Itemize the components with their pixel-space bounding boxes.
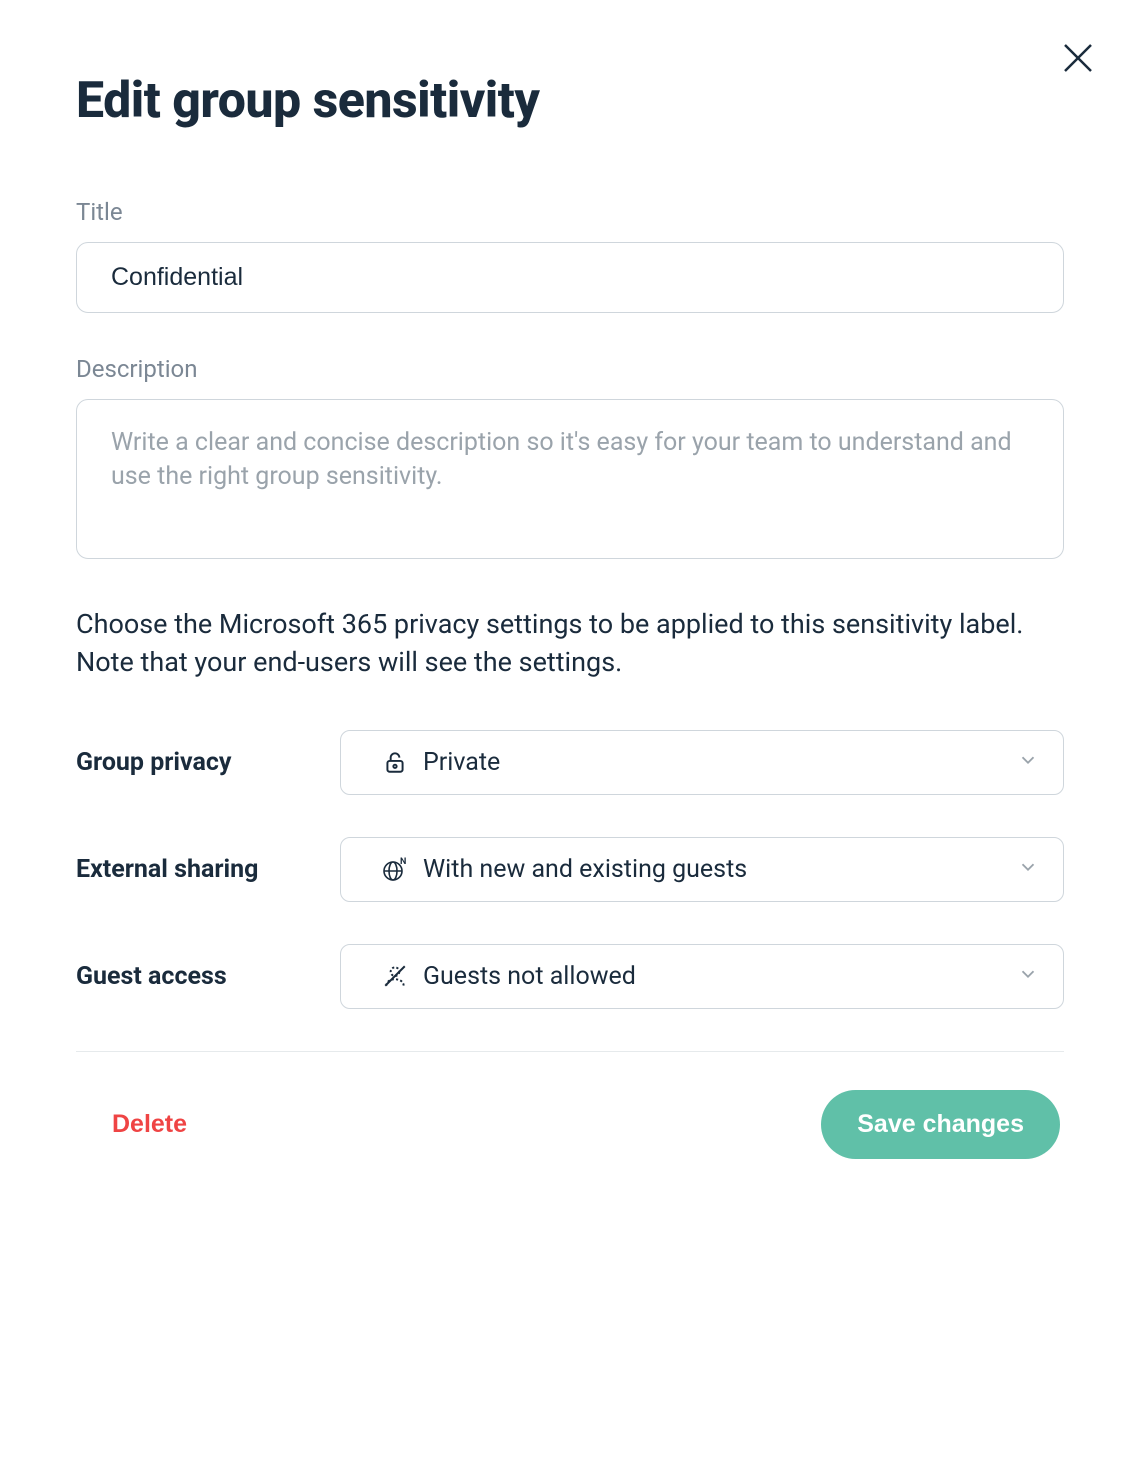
chevron-down-icon bbox=[1017, 856, 1039, 882]
footer-divider bbox=[76, 1051, 1064, 1052]
info-line-1: Choose the Microsoft 365 privacy setting… bbox=[76, 608, 1023, 640]
edit-sensitivity-dialog: Edit group sensitivity Title Description… bbox=[0, 0, 1140, 1199]
chevron-down-icon bbox=[1017, 749, 1039, 775]
external-sharing-label: External sharing bbox=[76, 855, 340, 884]
guest-access-label: Guest access bbox=[76, 962, 340, 991]
group-privacy-select[interactable]: Private bbox=[340, 730, 1064, 795]
description-textarea[interactable] bbox=[76, 399, 1064, 559]
close-icon bbox=[1061, 41, 1095, 75]
description-field-group: Description bbox=[76, 355, 1064, 563]
external-sharing-value: With new and existing guests bbox=[423, 855, 747, 884]
save-changes-button[interactable]: Save changes bbox=[821, 1090, 1060, 1159]
external-sharing-select[interactable]: N With new and existing guests bbox=[340, 837, 1064, 902]
lock-icon bbox=[381, 748, 409, 776]
chevron-down-icon bbox=[1017, 963, 1039, 989]
title-input[interactable] bbox=[76, 242, 1064, 313]
guest-access-value: Guests not allowed bbox=[423, 962, 636, 991]
user-crossed-icon bbox=[381, 962, 409, 990]
guest-access-select[interactable]: Guests not allowed bbox=[340, 944, 1064, 1009]
guest-access-row: Guest access Guests not allowed bbox=[76, 944, 1064, 1009]
globe-new-icon: N bbox=[381, 855, 409, 883]
dialog-footer: Delete Save changes bbox=[76, 1090, 1064, 1199]
close-button[interactable] bbox=[1058, 38, 1098, 78]
svg-text:N: N bbox=[400, 857, 406, 867]
info-line-2: Note that your end-users will see the se… bbox=[76, 646, 622, 678]
group-privacy-label: Group privacy bbox=[76, 748, 340, 777]
dialog-title: Edit group sensitivity bbox=[76, 72, 1064, 130]
group-privacy-row: Group privacy Private bbox=[76, 730, 1064, 795]
external-sharing-row: External sharing N With new and existing… bbox=[76, 837, 1064, 902]
title-field-group: Title bbox=[76, 198, 1064, 313]
delete-button[interactable]: Delete bbox=[112, 1110, 187, 1139]
title-label: Title bbox=[76, 198, 1064, 226]
description-label: Description bbox=[76, 355, 1064, 383]
info-text: Choose the Microsoft 365 privacy setting… bbox=[76, 605, 1064, 682]
group-privacy-value: Private bbox=[423, 748, 500, 777]
